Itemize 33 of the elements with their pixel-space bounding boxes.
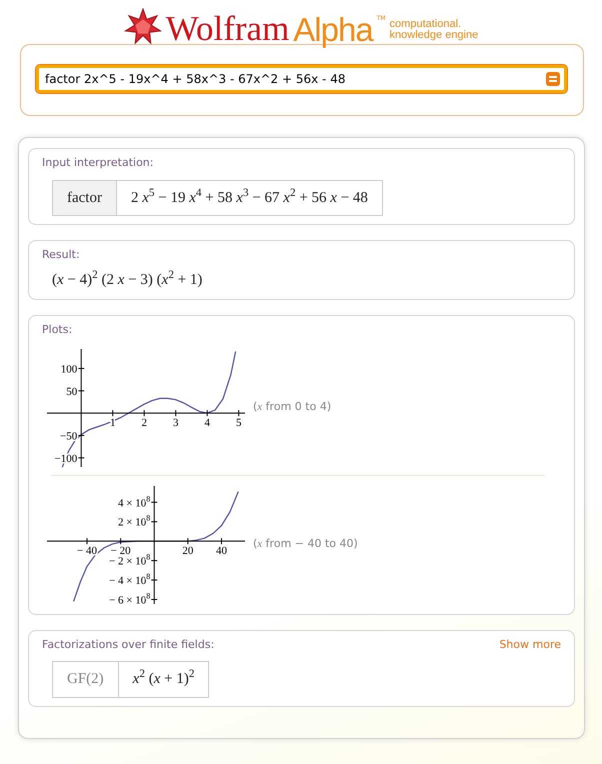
table-cell: factor	[53, 180, 116, 215]
search-field[interactable]: factor 2x^5 - 19x^4 + 58x^3 - 67x^2 + 56x - 48	[45, 70, 546, 88]
table-cell: 2 x$^{5}$ − 19 x$^{4}$ + 58 x$^{3}$ − 67 x$^{2}$ + 56 x − 48	[116, 180, 382, 215]
tick-label: − 20	[110, 544, 131, 557]
table-cell: x$^{2}$ (x + 1)$^{2}$	[118, 662, 208, 696]
tick-label: − 6 × 10$^{8}$	[109, 590, 150, 606]
pod-title: Factorizations over finite fields:	[42, 636, 214, 652]
brand-name: Wolfram	[166, 11, 290, 46]
pod-title: Result:	[42, 247, 80, 263]
tick-label: 50	[66, 385, 78, 398]
tick-label: 4 × 10$^{8}$	[118, 494, 150, 509]
tick-label: 4	[204, 416, 210, 429]
submit-button[interactable]	[546, 72, 560, 86]
pod-title: Plots:	[42, 322, 72, 338]
tick-label: − 40	[77, 544, 97, 557]
pod-title: Input interpretation:	[42, 155, 154, 171]
tagline: computational.	[390, 18, 462, 30]
tick-label: 3	[172, 416, 178, 429]
tick-label: − 4 × 10$^{8}$	[109, 572, 150, 587]
tick-label: 40	[216, 544, 227, 557]
brand-name: Alpha	[293, 13, 373, 46]
tick-label: 2 × 10$^{8}$	[118, 513, 150, 528]
tick-label: 5	[236, 416, 242, 429]
tick-label: 20	[182, 544, 194, 557]
search-box[interactable]: factor 2x^5 - 19x^4 + 58x^3 - 67x^2 + 56x - 48	[36, 65, 567, 93]
plot-range: (x from 0 to 4)	[253, 399, 332, 416]
tagline: knowledge engine	[390, 30, 478, 42]
math-result: (x − 4)$^{2}$ (2 x − 3) (x$^{2}$ + 1)	[52, 268, 204, 290]
tick-label: 100	[60, 362, 78, 375]
plot-range: (x from − 40 to 40)	[253, 536, 358, 552]
tick-label: 2	[141, 416, 147, 429]
star-icon	[124, 8, 162, 46]
tick-label: −50	[60, 430, 78, 442]
